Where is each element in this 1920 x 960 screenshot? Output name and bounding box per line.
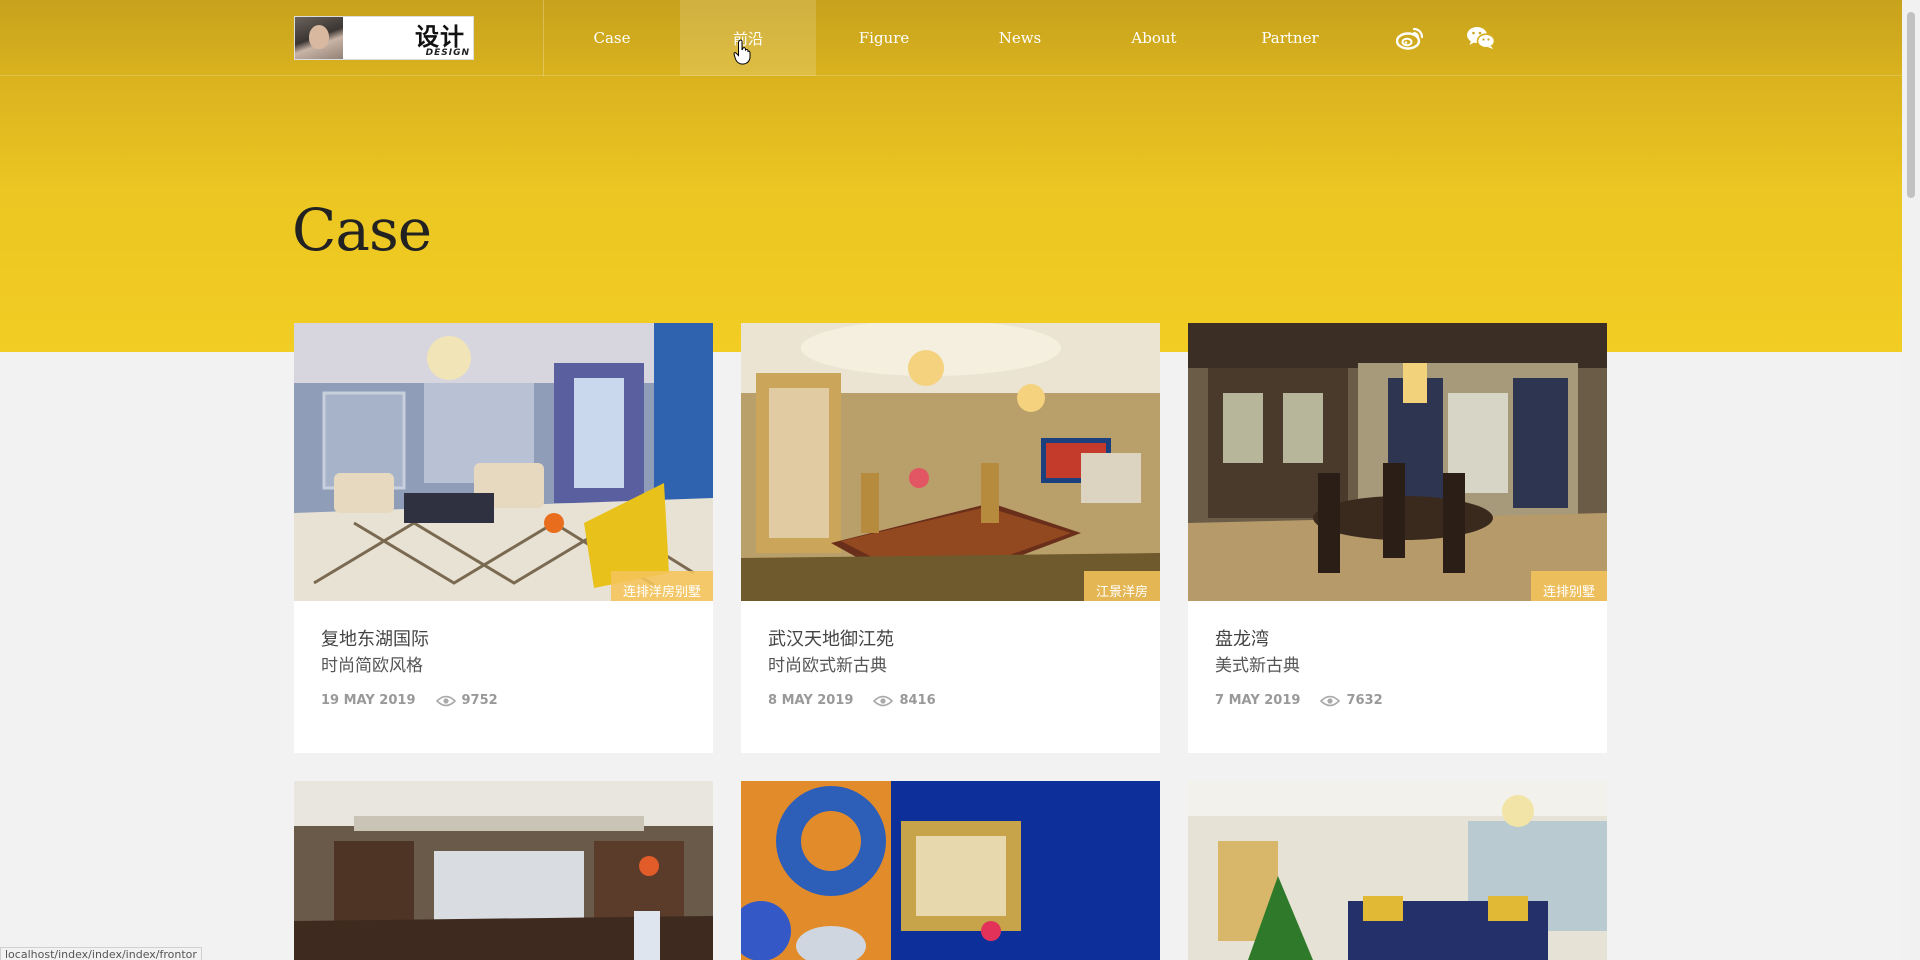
logo-text: 设计 [415,23,465,51]
nav-item-about[interactable]: About [1086,0,1222,76]
case-image[interactable] [741,781,1160,960]
case-image[interactable]: 连排洋房别墅 [294,323,713,601]
case-card[interactable]: 江景洋房 武汉天地御江苑 时尚欧式新古典 8 MAY 2019 8416 [741,323,1160,753]
case-title[interactable]: 武汉天地御江苑 [768,627,1133,653]
case-views-count: 7632 [1346,693,1383,708]
case-tag: 连排别墅 [1530,571,1607,601]
site-logo[interactable]: 设计 DESIGN [294,16,474,60]
case-tag: 连排洋房别墅 [610,571,713,601]
eye-icon [435,695,456,706]
nav-item-news[interactable]: News [952,0,1088,76]
case-style: 时尚欧式新古典 [768,656,887,676]
hero-banner: 设计 DESIGN Case 前沿 Figure News About Part… [0,0,1902,352]
case-image[interactable] [294,781,713,960]
top-navigation: 设计 DESIGN Case 前沿 Figure News About Part… [0,0,1902,76]
case-views-count: 8416 [899,693,936,708]
case-date: 19 MAY 2019 [321,693,416,708]
hand-cursor-icon [733,39,751,65]
eye-icon [1320,695,1341,706]
page-scrollbar[interactable] [1902,0,1920,960]
page-title: Case [292,196,432,264]
case-card[interactable]: 连排洋房别墅 复地东湖国际 时尚简欧风格 19 MAY 2019 9752 [294,323,713,753]
case-style: 美式新古典 [1215,656,1300,676]
case-views: 9752 [435,693,498,708]
scrollbar-thumb[interactable] [1907,12,1915,198]
wechat-icon[interactable] [1466,24,1496,52]
case-image[interactable]: 连排别墅 [1188,323,1607,601]
logo-subtext: DESIGN [425,48,470,58]
weibo-icon[interactable] [1395,24,1425,52]
case-date: 7 MAY 2019 [1215,693,1301,708]
case-image[interactable] [1188,781,1607,960]
case-title[interactable]: 盘龙湾 [1215,627,1580,653]
case-card[interactable] [1188,781,1607,960]
logo-portrait [295,17,343,59]
nav-item-partner[interactable]: Partner [1222,0,1358,76]
case-card[interactable]: 连排别墅 盘龙湾 美式新古典 7 MAY 2019 7632 [1188,323,1607,753]
case-views-count: 9752 [461,693,498,708]
status-bar-url: localhost/index/index/index/frontor [0,947,202,960]
case-card[interactable] [294,781,713,960]
case-title[interactable]: 复地东湖国际 [321,627,686,653]
eye-icon [873,695,894,706]
case-style: 时尚简欧风格 [321,656,423,676]
case-views: 7632 [1320,693,1383,708]
case-card[interactable] [741,781,1160,960]
case-image[interactable]: 江景洋房 [741,323,1160,601]
case-views: 8416 [873,693,936,708]
nav-item-case[interactable]: Case [544,0,680,76]
case-tag: 江景洋房 [1083,571,1160,601]
case-date: 8 MAY 2019 [768,693,854,708]
nav-item-figure[interactable]: Figure [816,0,952,76]
